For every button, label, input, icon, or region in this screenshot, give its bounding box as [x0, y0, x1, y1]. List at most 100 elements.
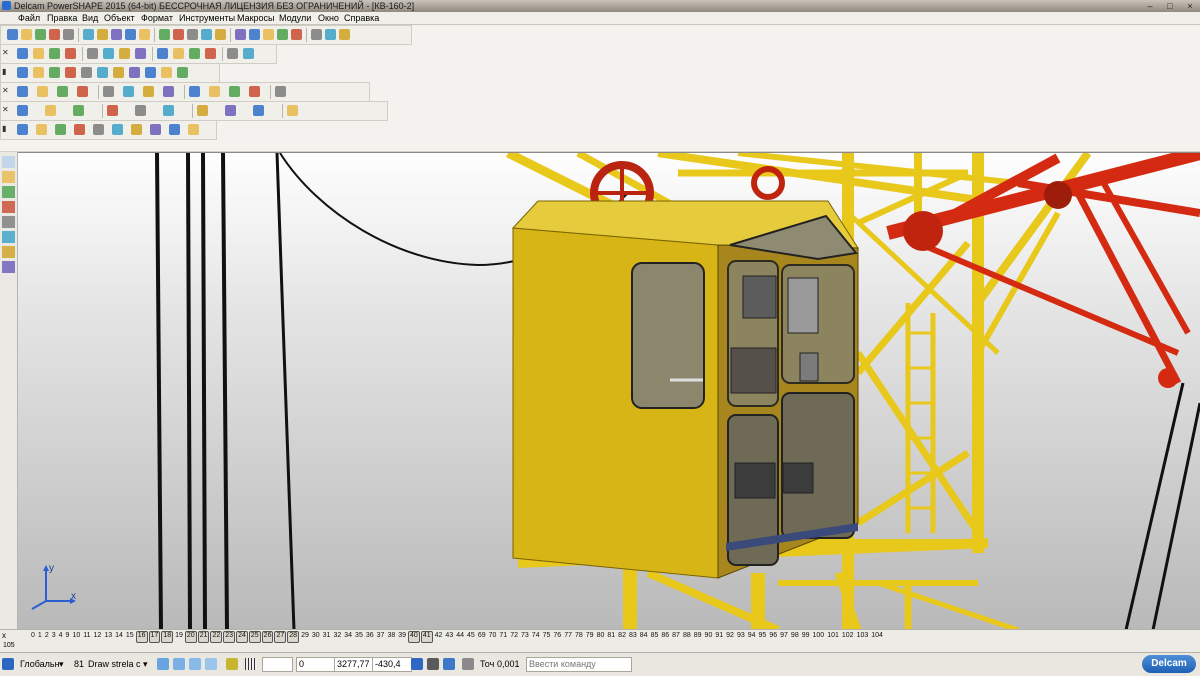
layer-item[interactable]: 77: [563, 631, 573, 641]
erase-icon[interactable]: [125, 29, 136, 40]
menu-file[interactable]: Файл: [18, 12, 40, 24]
layer-item[interactable]: 103: [856, 631, 870, 641]
layer-item[interactable]: 34: [343, 631, 353, 641]
layer-item[interactable]: 13: [103, 631, 113, 641]
layer-item[interactable]: 12: [93, 631, 103, 641]
layer-item[interactable]: 83: [628, 631, 638, 641]
layer-item[interactable]: 72: [509, 631, 519, 641]
zoom-all-icon[interactable]: [135, 48, 146, 59]
menu-macros[interactable]: Макросы: [237, 12, 275, 24]
text-icon[interactable]: [263, 29, 274, 40]
frame-icon[interactable]: [145, 67, 156, 78]
cone-icon[interactable]: [113, 67, 124, 78]
light-icon[interactable]: [227, 48, 238, 59]
layer-item[interactable]: 69: [477, 631, 487, 641]
view-cube-icon[interactable]: [189, 658, 201, 670]
grid-field[interactable]: [262, 657, 293, 672]
layer-item[interactable]: 79: [585, 631, 595, 641]
curve-icon[interactable]: [249, 29, 260, 40]
layer-item[interactable]: 10: [71, 631, 81, 641]
curve-tools-icon[interactable]: [17, 86, 28, 97]
view-iso-icon[interactable]: [17, 48, 28, 59]
layer-item[interactable]: 97: [779, 631, 789, 641]
workplane-dropdown-icon[interactable]: ▾: [59, 658, 64, 671]
view-cube-icon[interactable]: [157, 658, 169, 670]
block-stack-icon[interactable]: [93, 124, 104, 135]
layer-item[interactable]: 22: [210, 631, 223, 643]
layer-item[interactable]: 89: [693, 631, 703, 641]
sweep-icon[interactable]: [163, 86, 174, 97]
layer-item[interactable]: 37: [376, 631, 386, 641]
axis-xyz-icon[interactable]: [2, 186, 15, 198]
arrow-green-icon[interactable]: [97, 67, 108, 78]
menu-tools[interactable]: Инструменты: [179, 12, 235, 24]
layer-item[interactable]: 16: [135, 631, 148, 643]
layer-item[interactable]: 45: [466, 631, 476, 641]
layer-item[interactable]: 44: [455, 631, 465, 641]
cut-icon[interactable]: [83, 29, 94, 40]
pointer-icon[interactable]: [2, 156, 15, 168]
layer-item[interactable]: 35: [354, 631, 364, 641]
draft-icon[interactable]: [197, 105, 208, 116]
layer-item[interactable]: 42: [434, 631, 444, 641]
grid-icon[interactable]: [245, 658, 257, 670]
layer-item[interactable]: 30: [311, 631, 321, 641]
trim-icon[interactable]: [209, 86, 220, 97]
wireframe-view-icon[interactable]: [205, 48, 216, 59]
open-model-icon[interactable]: [35, 29, 46, 40]
layer-item[interactable]: 15: [125, 631, 135, 641]
layer-item[interactable]: 43: [444, 631, 454, 641]
calculator-icon[interactable]: [411, 658, 423, 670]
command-input[interactable]: Ввести команду: [526, 657, 632, 672]
layer-item[interactable]: 102: [841, 631, 855, 641]
layer-item[interactable]: 0: [30, 631, 36, 641]
layer-item[interactable]: 27: [274, 631, 287, 643]
menu-window[interactable]: Окно: [318, 12, 339, 24]
cone-render-icon[interactable]: [188, 124, 199, 135]
zoom-box-icon[interactable]: [119, 48, 130, 59]
layer-item[interactable]: 21: [197, 631, 210, 643]
minimize-button[interactable]: –: [1144, 1, 1156, 11]
layer-item[interactable]: 3: [51, 631, 57, 641]
layer-item[interactable]: 19: [174, 631, 184, 641]
layer-item[interactable]: 32: [332, 631, 342, 641]
surface-icon[interactable]: [277, 29, 288, 40]
workplane-icon[interactable]: [339, 29, 350, 40]
select-icon[interactable]: [187, 29, 198, 40]
view-top-icon[interactable]: [49, 48, 60, 59]
box-icon[interactable]: [129, 67, 140, 78]
view-cube-icon[interactable]: [205, 658, 217, 670]
mirror-icon[interactable]: [253, 105, 264, 116]
layer-item[interactable]: 84: [639, 631, 649, 641]
pan-icon[interactable]: [157, 48, 168, 59]
delete-icon[interactable]: [139, 29, 150, 40]
layer-item[interactable]: 92: [725, 631, 735, 641]
layer-item[interactable]: 76: [552, 631, 562, 641]
surface-tools-icon[interactable]: [37, 86, 48, 97]
layer-item[interactable]: 26: [261, 631, 274, 643]
toolbar-close-icon[interactable]: ✕: [2, 105, 9, 114]
layer-item[interactable]: 90: [704, 631, 714, 641]
star-icon[interactable]: [2, 261, 15, 273]
rotate-icon[interactable]: [173, 48, 184, 59]
layer-close-icon[interactable]: x: [2, 631, 6, 640]
axis-icon[interactable]: [36, 124, 47, 135]
tolerance-icon[interactable]: [462, 658, 474, 670]
layer-item[interactable]: 82: [617, 631, 627, 641]
sphere-icon[interactable]: [65, 67, 76, 78]
texture-icon[interactable]: [177, 67, 188, 78]
layer-item[interactable]: 71: [498, 631, 508, 641]
toolbar-close-icon[interactable]: ✕: [2, 48, 9, 57]
loft-icon[interactable]: [189, 86, 200, 97]
tolerance-value[interactable]: 0,001: [497, 658, 520, 671]
toolbar-grip-icon[interactable]: ▮: [2, 67, 6, 76]
layer-item[interactable]: 17: [148, 631, 161, 643]
app-icon[interactable]: [2, 1, 11, 10]
layer-item[interactable]: 41: [420, 631, 433, 643]
fillet-icon[interactable]: [57, 86, 68, 97]
menu-help[interactable]: Справка: [344, 12, 379, 24]
limit-icon[interactable]: [229, 86, 240, 97]
x-coordinate-field[interactable]: 0: [296, 657, 336, 672]
workplane-small-icon[interactable]: [2, 231, 15, 243]
snap-icon[interactable]: [226, 658, 238, 670]
